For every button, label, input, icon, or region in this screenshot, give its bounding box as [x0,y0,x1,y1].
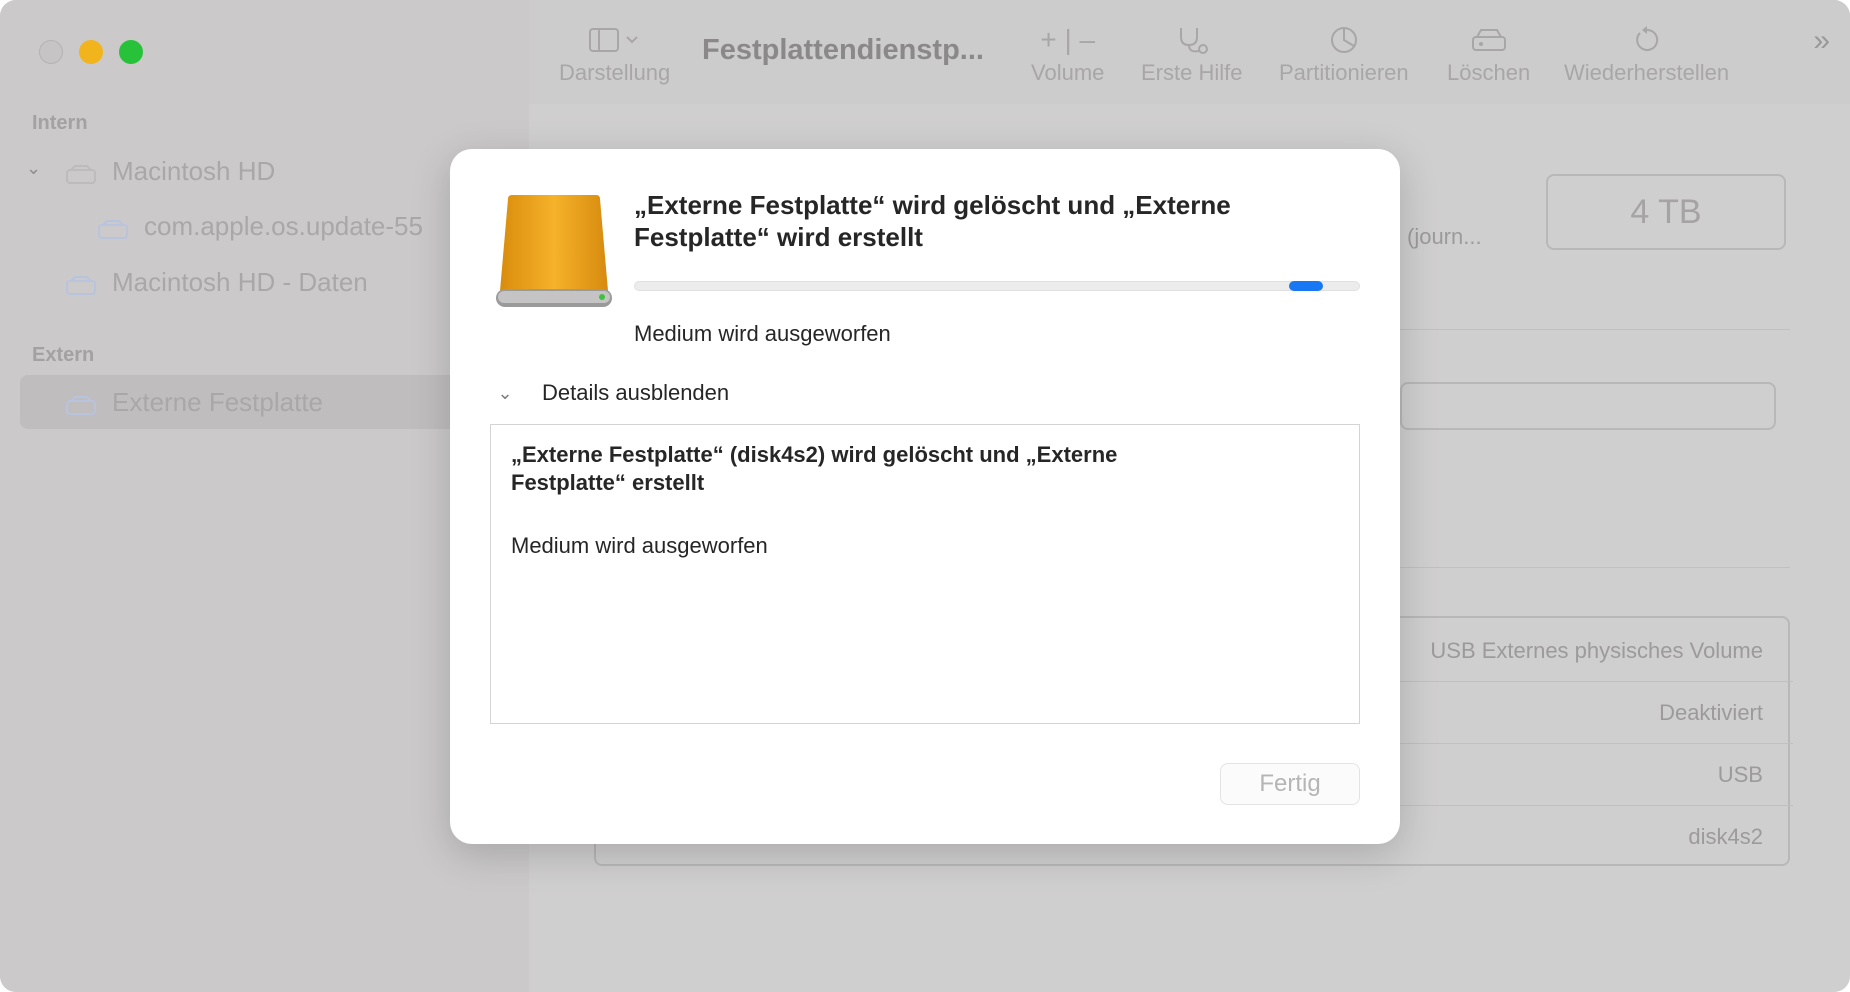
more-chevron-icon[interactable]: » [1813,24,1830,58]
partition-label: Partitionieren [1279,60,1409,85]
capacity-value: 4 TB [1630,192,1702,231]
sidebar-item-update-volume[interactable]: com.apple.os.update-55 [98,199,423,253]
sidebar-item-label: Externe Festplatte [112,386,323,417]
info-connection: USB Externes physisches Volume [1430,638,1763,663]
progress-fill [1288,281,1323,291]
disk-utility-window: Intern ⌄ Macintosh HD com.apple.os.updat… [0,0,1850,992]
divider [1400,329,1790,330]
log-line: „Externe Festplatte“ (disk4s2) wird gelö… [511,442,1118,495]
sidebar-item-externe-festplatte[interactable]: Externe Festplatte [20,375,520,429]
sidebar-section-intern: Intern [32,112,88,134]
dialog-title: „Externe Festplatte“ wird gelöscht und „… [634,190,1231,252]
info-owners: Deaktiviert [1659,700,1763,725]
details-log: „Externe Festplatte“ (disk4s2) wird gelö… [490,424,1360,724]
divider [1400,743,1793,744]
erase-progress-dialog: „Externe Festplatte“ wird gelöscht und „… [450,149,1400,844]
external-disk-icon [66,392,96,415]
plus-minus-icon: + | – [1040,24,1096,55]
stethoscope-icon [1141,20,1242,60]
restore-label: Wiederherstellen [1564,60,1730,85]
erase-button[interactable]: Löschen [1447,20,1530,86]
info-bus: USB [1717,762,1763,787]
first-aid-label: Erste Hilfe [1141,60,1243,85]
sidebar-item-label: Macintosh HD - Daten [112,266,368,297]
restore-button[interactable]: Wiederherstellen [1564,20,1729,86]
sidebar-item-macintosh-hd[interactable]: Macintosh HD [66,144,275,198]
partition-button[interactable]: Partitionieren [1279,20,1409,86]
close-button[interactable] [39,40,63,64]
divider [1400,681,1793,682]
divider [1400,567,1790,568]
sidebar-toggle-icon [559,20,670,60]
volume-label: Volume [1031,60,1105,85]
erase-label: Löschen [1447,60,1531,85]
log-line: Medium wird ausgeworfen [511,533,768,558]
info-device: disk4s2 [1688,824,1763,849]
divider [1400,805,1793,806]
volume-icon [98,216,128,239]
sidebar-item-label: Macintosh HD [112,155,276,186]
sidebar-item-label: com.apple.os.update-55 [144,210,423,241]
details-toggle[interactable]: ⌄ Details ausblenden [490,380,729,406]
pie-chart-icon [1279,20,1409,60]
volume-icon [66,272,96,295]
done-button[interactable]: Fertig [1220,763,1360,805]
progress-bar [634,281,1360,291]
sidebar-item-macintosh-hd-daten[interactable]: Macintosh HD - Daten [66,255,368,309]
chevron-down-icon[interactable]: ⌄ [26,158,41,179]
view-label: Darstellung [559,60,671,85]
first-aid-button[interactable]: Erste Hilfe [1141,20,1242,86]
window-title: Festplattendienstp... [702,34,984,66]
status-text: Medium wird ausgeworfen [634,321,891,346]
internal-disk-icon [66,161,96,184]
restore-icon [1564,20,1729,60]
toolbar: Darstellung Festplattendienstp... + | – … [529,0,1850,104]
sidebar-section-extern: Extern [32,344,95,366]
maximize-button[interactable] [119,40,143,64]
view-button[interactable]: Darstellung [559,20,670,86]
chevron-down-icon: ⌄ [497,382,513,403]
format-partial-text: l (journ... [1396,224,1482,249]
erase-disk-icon [1447,20,1530,60]
external-drive-icon [494,193,614,311]
capacity-box: 4 TB [1546,174,1786,250]
minimize-button[interactable] [79,40,103,64]
volume-button[interactable]: + | – Volume [1031,20,1104,86]
details-toggle-label: Details ausblenden [542,380,730,405]
usage-bar [1400,382,1776,430]
